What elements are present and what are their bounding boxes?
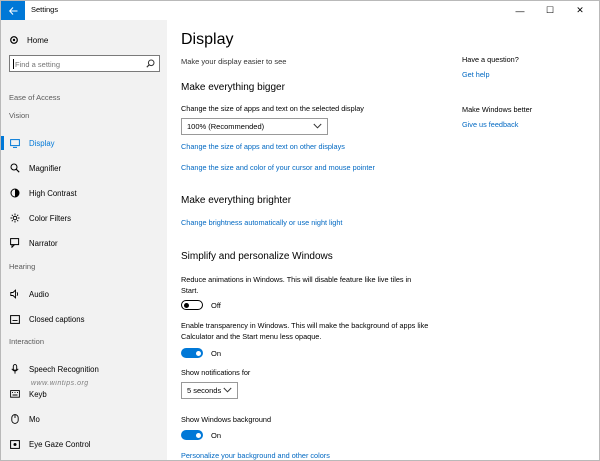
sidebar-item-label: Narrator [29,238,58,248]
chevron-down-icon [313,123,322,129]
toggle-state-text: On [211,348,222,358]
maximize-icon: ☐ [545,5,555,15]
section-heading-brighter: Make everything brighter [181,195,292,206]
size-label: Change the size of apps and text on the … [181,104,364,113]
title-bar: Settings — ☐ ✕ [1,1,599,20]
narrator-icon [10,238,20,248]
search-placeholder: Find a setting [12,58,61,69]
link-brightness[interactable]: Change brightness automatically or use n… [181,218,342,227]
captions-icon [10,314,20,324]
minimize-button[interactable]: — [505,1,535,20]
toggle-state-text: Off [211,300,221,310]
sidebar-item-color-filters[interactable]: Color Filters [1,209,167,227]
link-other-displays[interactable]: Change the size of apps and text on othe… [181,142,345,151]
background-label: Show Windows background [181,415,272,424]
search-icon [146,59,155,68]
toggle-switch[interactable] [181,300,203,310]
eye-icon [10,439,20,449]
chevron-down-icon [223,387,232,393]
group-interaction: Interaction [9,337,45,346]
search-input[interactable]: Find a setting [9,55,160,72]
page-title: Display [181,31,234,48]
sidebar-home-label: Home [27,35,49,45]
close-button[interactable]: ✕ [565,1,595,20]
sidebar-home[interactable]: Home [9,33,48,47]
sidebar: Home Find a setting Ease of Access Visio… [1,20,167,460]
keyboard-icon [10,389,20,399]
sidebar-item-label: Speech Recognition [29,364,99,374]
back-arrow-icon [8,6,17,15]
sidebar-item-high-contrast[interactable]: High Contrast [1,184,167,202]
speaker-icon [10,289,20,299]
minimize-icon: — [515,5,525,16]
link-get-help[interactable]: Get help [462,70,490,79]
sidebar-item-narrator[interactable]: Narrator [1,234,167,252]
sidebar-item-label: Audio [29,289,49,299]
animations-label: Reduce animations in Windows. This will … [181,275,412,295]
sidebar-item-magnifier[interactable]: Magnifier [1,159,167,177]
background-toggle[interactable]: On [181,429,221,441]
toggle-state-text: On [211,430,222,440]
category-label: Ease of Access [9,93,61,102]
gear-icon [10,36,18,44]
sidebar-item-keyboard[interactable]: Keyb [1,385,167,403]
monitor-icon [10,138,20,148]
sidebar-item-label: Magnifier [29,163,62,173]
section-heading-bigger: Make everything bigger [181,82,285,93]
sidebar-item-label: Closed captions [29,314,85,324]
help-heading: Have a question? [462,55,519,64]
maximize-button[interactable]: ☐ [535,1,565,20]
transparency-toggle[interactable]: On [181,347,221,359]
sidebar-item-closed-captions[interactable]: Closed captions [1,310,167,328]
feedback-heading: Make Windows better [462,105,533,114]
sidebar-item-audio[interactable]: Audio [1,285,167,303]
transparency-label: Enable transparency in Windows. This wil… [181,321,429,341]
size-dropdown-value: 100% (Recommended) [187,122,265,131]
animations-toggle[interactable]: Off [181,299,221,311]
sidebar-item-display[interactable]: Display [1,134,167,152]
sidebar-item-label: Color Filters [29,213,72,223]
notifications-dropdown-value: 5 seconds [187,386,222,395]
mouse-icon [10,414,20,424]
watermark-text: www.wintips.org [31,380,89,387]
back-button[interactable] [1,1,25,20]
notifications-dropdown[interactable]: 5 seconds [181,382,238,399]
sidebar-item-label: Eye Gaze Control [29,439,91,449]
page-subtitle: Make your display easier to see [181,57,287,66]
contrast-icon [10,188,20,198]
magnifier-icon [10,163,20,173]
toggle-switch[interactable] [181,348,203,358]
sidebar-item-eye-gaze-control[interactable]: Eye Gaze Control [1,435,167,453]
link-personalize[interactable]: Personalize your background and other co… [181,451,330,460]
sidebar-item-mouse[interactable]: Mo [1,410,167,428]
group-vision: Vision [9,111,30,120]
microphone-icon [10,364,20,374]
sidebar-item-label: Keyb [29,389,47,399]
window-title: Settings [31,5,59,14]
section-heading-simplify: Simplify and personalize Windows [181,251,333,262]
sidebar-item-label: High Contrast [29,188,77,198]
notifications-label: Show notifications for [181,368,251,377]
settings-window: Settings — ☐ ✕ Home Find a setting Ease … [0,0,600,461]
sidebar-item-speech-recognition[interactable]: Speech Recognition [1,360,167,378]
link-give-feedback[interactable]: Give us feedback [462,120,518,129]
size-dropdown[interactable]: 100% (Recommended) [181,118,328,135]
close-icon: ✕ [576,5,584,15]
link-cursor-pointer[interactable]: Change the size and color of your cursor… [181,163,375,172]
sidebar-item-label: Display [29,138,55,148]
main-content: Display Make your display easier to see … [167,20,599,460]
color-filter-icon [10,213,20,223]
toggle-switch[interactable] [181,430,203,440]
sidebar-item-label: Mo [29,414,40,424]
group-hearing: Hearing [9,262,36,271]
